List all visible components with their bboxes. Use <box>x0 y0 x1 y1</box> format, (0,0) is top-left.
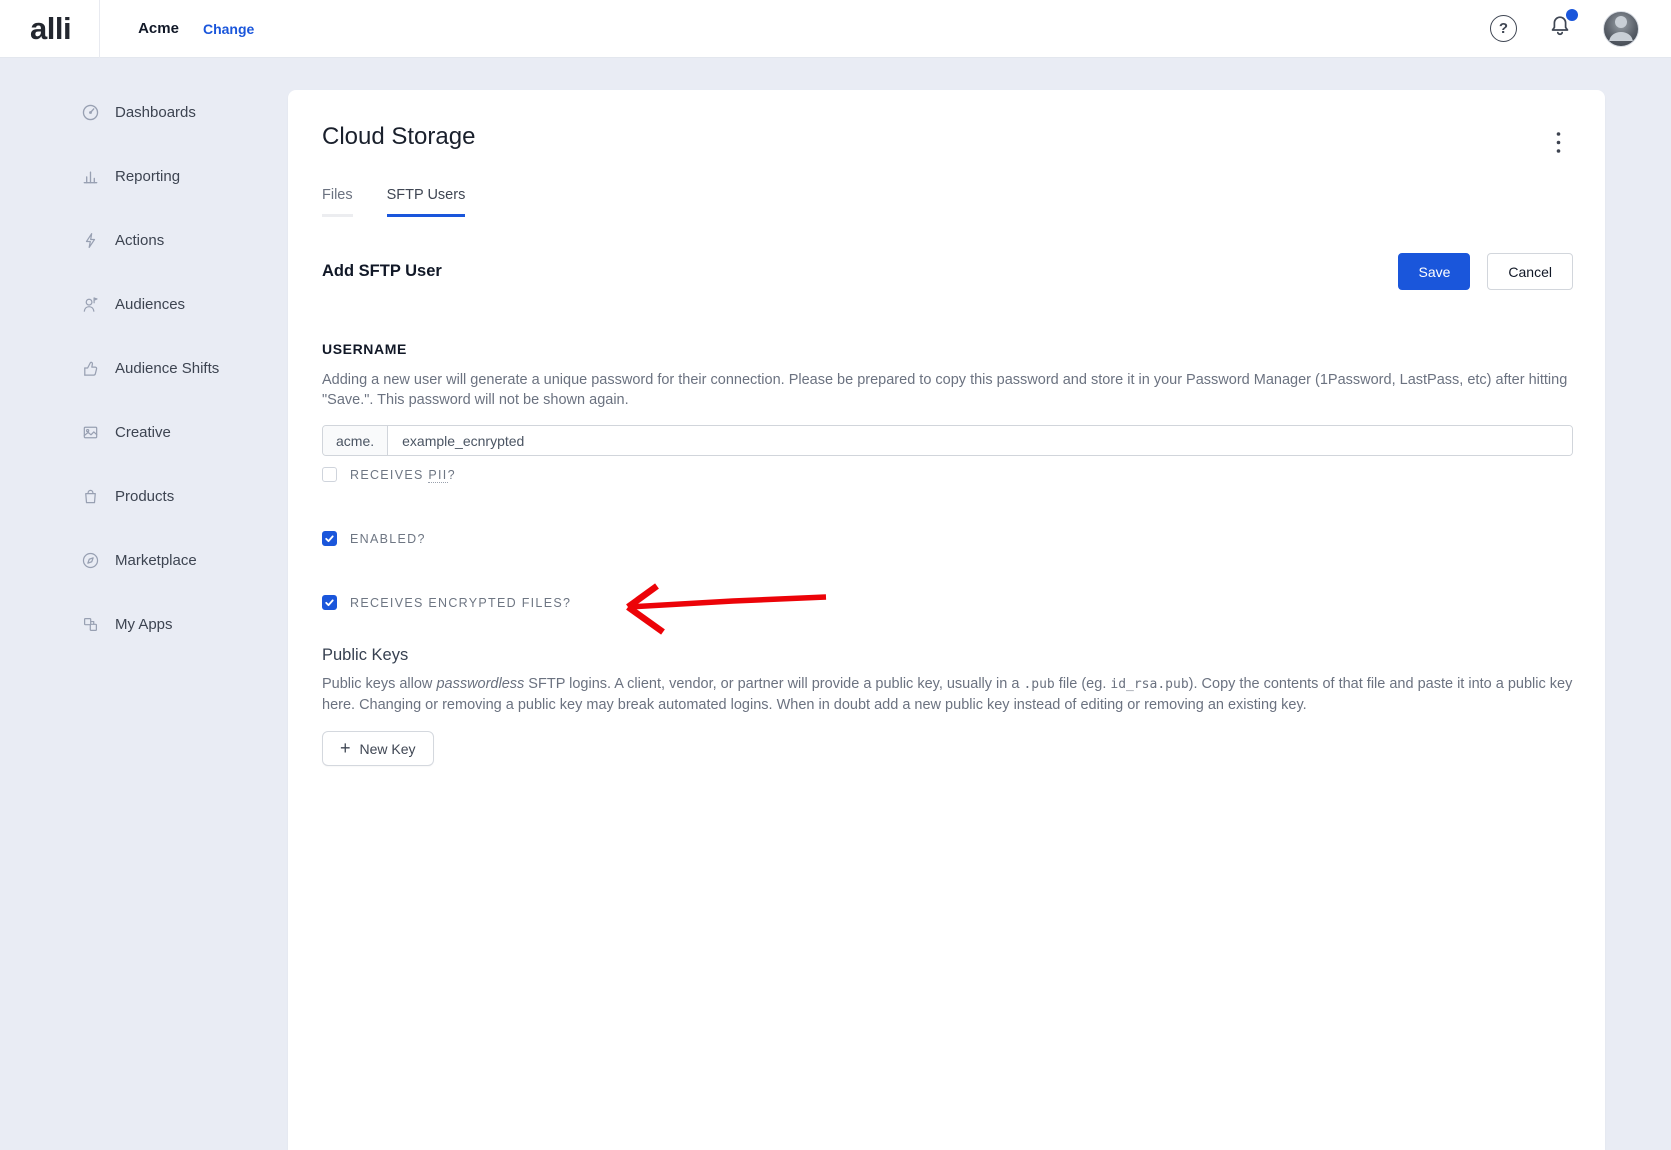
help-icon[interactable]: ? <box>1490 15 1517 42</box>
user-avatar[interactable] <box>1603 11 1639 47</box>
sidebar-item-marketplace[interactable]: Marketplace <box>0 528 288 592</box>
sidebar-item-audience-shifts[interactable]: Audience Shifts <box>0 336 288 400</box>
new-key-label: New Key <box>360 741 416 757</box>
sidebar-item-label: Products <box>115 488 174 505</box>
receives-encrypted-files-row: RECEIVES ENCRYPTED FILES? <box>322 595 571 610</box>
username-label: USERNAME <box>322 341 1573 357</box>
username-input-group: acme. <box>322 425 1573 456</box>
compass-icon <box>81 551 100 570</box>
account-name: Acme <box>138 20 179 37</box>
lightning-icon <box>81 231 100 250</box>
topbar-actions: ? <box>1490 11 1671 47</box>
new-key-button[interactable]: + New Key <box>322 731 434 766</box>
sidebar-item-dashboards[interactable]: Dashboards <box>0 80 288 144</box>
username-description: Adding a new user will generate a unique… <box>322 370 1573 410</box>
public-keys-section: Public Keys Public keys allow passwordle… <box>322 646 1573 766</box>
sidebar-item-label: Marketplace <box>115 552 197 569</box>
sidebar-item-audiences[interactable]: Audiences <box>0 272 288 336</box>
person-flag-icon <box>81 295 100 314</box>
pii-abbr: PII <box>428 468 447 483</box>
kebab-menu-icon[interactable] <box>1556 131 1561 155</box>
enabled-label: ENABLED? <box>350 532 426 546</box>
gauge-icon <box>81 103 100 122</box>
bar-chart-icon <box>81 167 100 186</box>
enabled-row: ENABLED? <box>322 531 426 546</box>
checkmark-icon <box>324 533 335 544</box>
receives-pii-row: RECEIVES PII? <box>322 467 456 482</box>
sidebar-item-my-apps[interactable]: My Apps <box>0 592 288 656</box>
thumbs-up-icon <box>81 359 100 378</box>
sidebar: Dashboards Reporting Actions <box>0 58 288 1150</box>
sidebar-item-label: Creative <box>115 424 171 441</box>
tab-bar: Files SFTP Users <box>322 187 1573 217</box>
sidebar-item-label: Audiences <box>115 296 185 313</box>
page: alli Acme Change ? <box>0 0 1671 1150</box>
top-bar: alli Acme Change ? <box>0 0 1671 58</box>
checkmark-icon <box>324 597 335 608</box>
public-keys-description: Public keys allow passwordless SFTP logi… <box>322 674 1573 715</box>
topbar-divider <box>99 0 100 58</box>
grid-icon <box>81 615 100 634</box>
receives-pii-checkbox[interactable] <box>322 467 337 482</box>
sidebar-item-label: Dashboards <box>115 104 196 121</box>
username-input[interactable] <box>388 426 1572 455</box>
form-title: Add SFTP User <box>322 262 442 281</box>
sidebar-item-creative[interactable]: Creative <box>0 400 288 464</box>
page-title: Cloud Storage <box>322 123 475 151</box>
image-icon <box>81 423 100 442</box>
sidebar-item-products[interactable]: Products <box>0 464 288 528</box>
sidebar-item-label: Reporting <box>115 168 180 185</box>
person-silhouette-icon <box>1604 11 1638 46</box>
cancel-button[interactable]: Cancel <box>1487 253 1573 290</box>
notifications-button[interactable] <box>1547 13 1573 44</box>
notification-dot <box>1566 9 1578 21</box>
sidebar-item-actions[interactable]: Actions <box>0 208 288 272</box>
save-button[interactable]: Save <box>1398 253 1470 290</box>
receives-encrypted-files-checkbox[interactable] <box>322 595 337 610</box>
shopping-bag-icon <box>81 487 100 506</box>
tab-sftp-users[interactable]: SFTP Users <box>387 187 466 217</box>
enabled-checkbox[interactable] <box>322 531 337 546</box>
public-keys-heading: Public Keys <box>322 646 1573 665</box>
receives-encrypted-files-label: RECEIVES ENCRYPTED FILES? <box>350 596 571 610</box>
alli-logo[interactable]: alli <box>30 11 71 47</box>
sidebar-item-label: Actions <box>115 232 164 249</box>
sidebar-item-reporting[interactable]: Reporting <box>0 144 288 208</box>
sidebar-item-label: My Apps <box>115 616 173 633</box>
receives-pii-label: RECEIVES PII? <box>350 468 456 482</box>
tab-files[interactable]: Files <box>322 187 353 217</box>
plus-icon: + <box>340 739 351 757</box>
username-prefix: acme. <box>323 426 388 455</box>
cloud-storage-card: Cloud Storage Files SFTP Users Add SFTP … <box>288 90 1605 1150</box>
sidebar-item-label: Audience Shifts <box>115 360 219 377</box>
change-account-link[interactable]: Change <box>203 21 254 37</box>
